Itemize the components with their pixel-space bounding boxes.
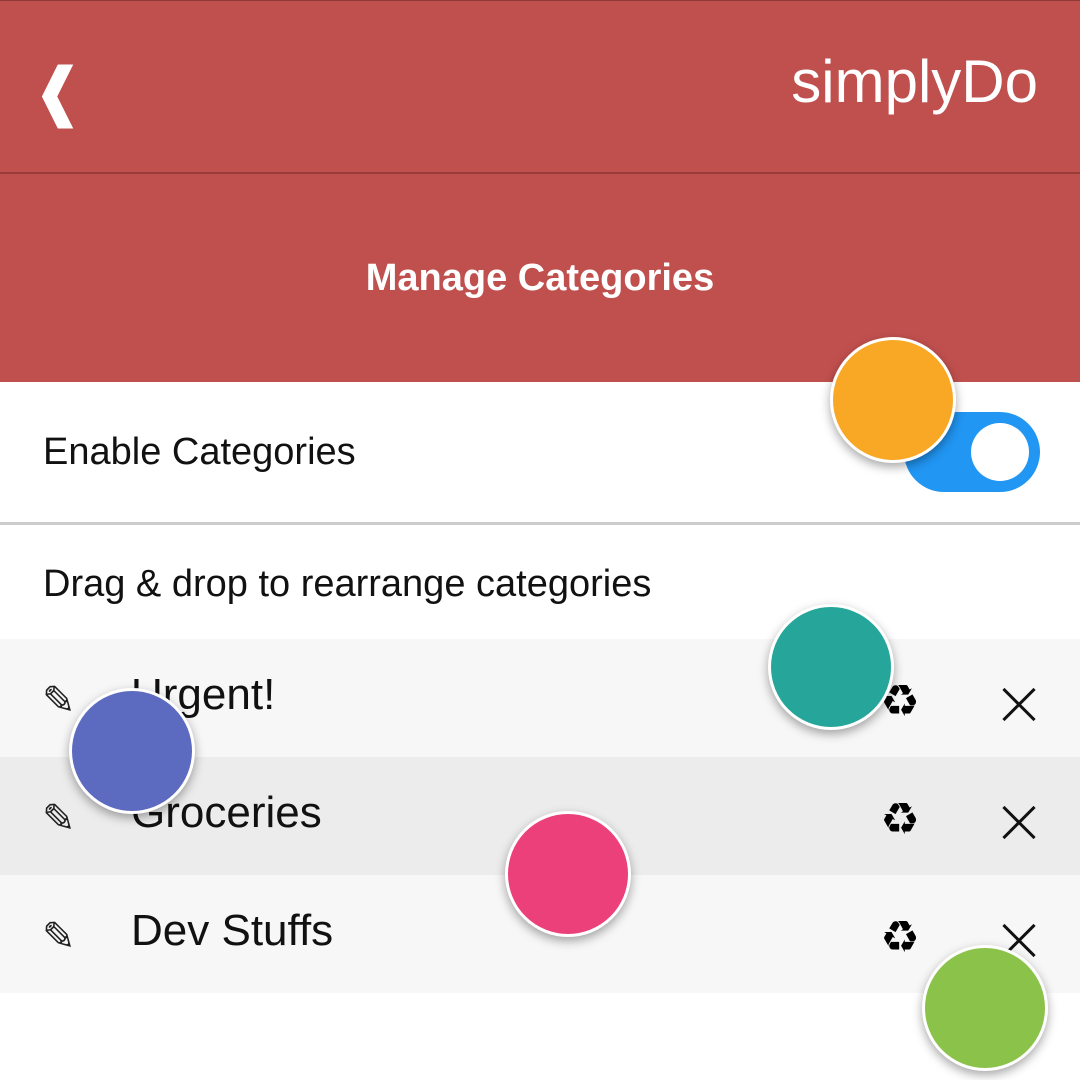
rearrange-hint: Drag & drop to rearrange categories (43, 563, 652, 605)
category-name: Dev Stuffs (131, 906, 334, 955)
pencil-icon[interactable]: ✎ (42, 795, 90, 843)
touch-marker-indigo (69, 688, 195, 814)
close-icon[interactable] (1000, 686, 1038, 724)
enable-categories-label: Enable Categories (43, 431, 356, 473)
toggle-knob (971, 423, 1029, 481)
touch-marker-pink (505, 811, 631, 937)
recycle-icon[interactable]: ♻ (875, 795, 925, 845)
touch-marker-orange (830, 337, 956, 463)
page-title: Manage Categories (365, 256, 715, 299)
touch-marker-green (922, 945, 1048, 1071)
pencil-icon[interactable]: ✎ (42, 913, 90, 961)
app-title: simplyDo (791, 48, 1038, 115)
touch-marker-teal (768, 604, 894, 730)
app-bar: ❰ simplyDo (0, 0, 1080, 172)
divider (0, 522, 1080, 525)
recycle-icon[interactable]: ♻ (875, 913, 925, 963)
back-icon[interactable]: ❰ (31, 51, 85, 131)
close-icon[interactable] (1000, 804, 1038, 842)
